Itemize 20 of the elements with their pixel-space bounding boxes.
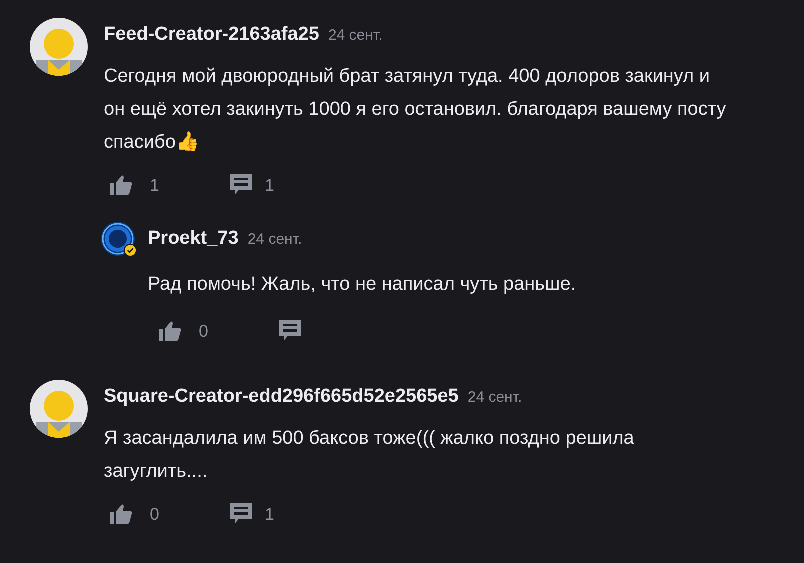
comment-text: Сегодня мой двоюродный брат затянул туда. 400 долоров закинул и он ещё хотел закинуть 1000 я его остановил. благодаря вашему посту спасибо👍 bbox=[104, 64, 728, 154]
author-name[interactable]: Proekt_73 bbox=[148, 225, 239, 254]
comment-date: 24 сент. bbox=[248, 230, 302, 250]
comment-date: 24 сент. bbox=[328, 26, 383, 46]
like-count: 1 bbox=[150, 174, 160, 196]
comment-date: 24 сент. bbox=[468, 388, 522, 408]
author-name[interactable]: Square-Creator-edd296f665d52e2565e5 bbox=[104, 383, 459, 412]
comment-text: Я засандалила им 500 баксов тоже((( жалко поздно решила загуглить.... bbox=[104, 426, 636, 484]
comment-icon[interactable] bbox=[229, 173, 253, 198]
comment-icon[interactable] bbox=[229, 502, 253, 526]
comment-text: Рад помочь! Жаль, что не написал чуть раньше. bbox=[148, 272, 576, 296]
comment-icon[interactable] bbox=[278, 319, 302, 344]
thumbs-up-icon[interactable] bbox=[158, 320, 182, 342]
thumbs-up-icon[interactable] bbox=[109, 174, 133, 196]
reply-count: 1 bbox=[265, 504, 274, 526]
thumbs-up-icon[interactable] bbox=[109, 503, 133, 526]
like-count: 0 bbox=[199, 320, 208, 342]
reply-count: 1 bbox=[265, 174, 274, 196]
like-count: 0 bbox=[150, 504, 160, 526]
author-name[interactable]: Feed-Creator-2163afa25 bbox=[104, 21, 320, 50]
